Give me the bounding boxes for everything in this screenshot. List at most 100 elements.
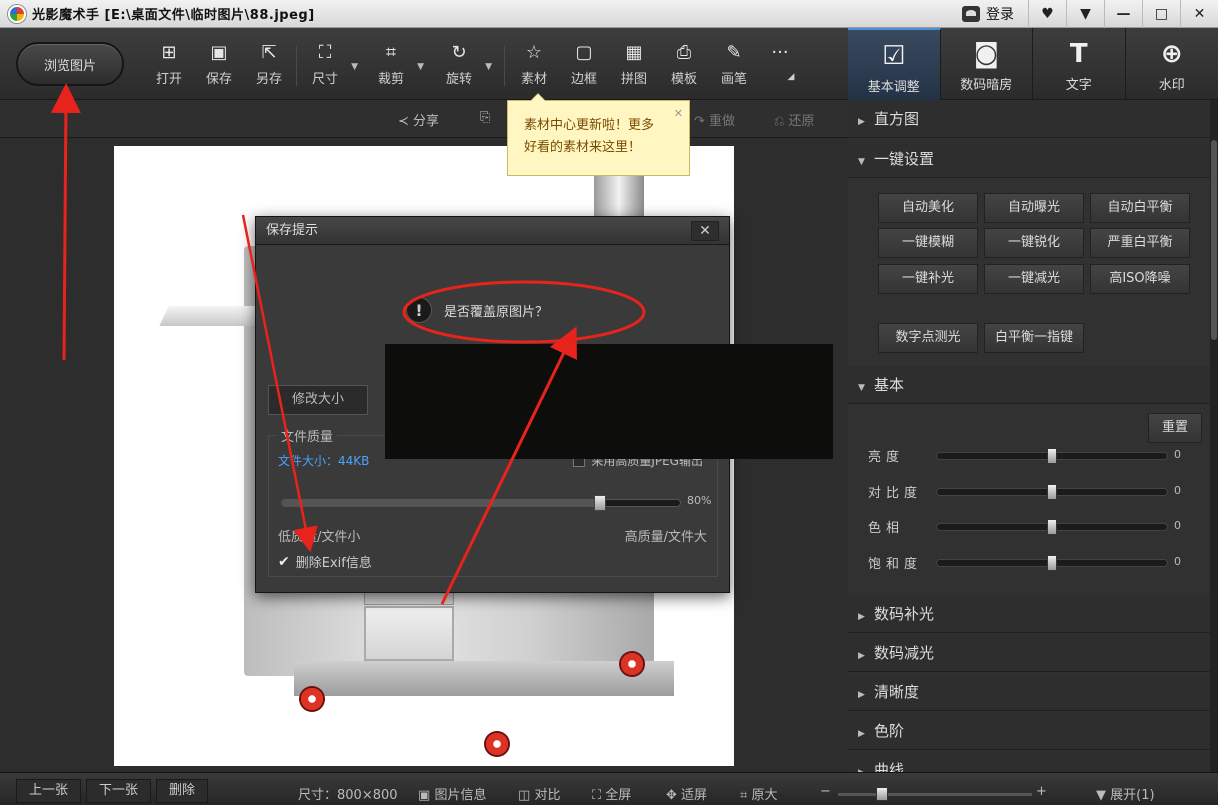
- next-image-button[interactable]: 下一张: [86, 779, 152, 803]
- material-button[interactable]: ☆ 素材: [511, 42, 557, 92]
- compare-icon: ◫: [518, 788, 531, 803]
- resize-button[interactable]: 修改大小: [268, 385, 368, 415]
- spot-metering-button[interactable]: 数字点测光: [878, 323, 978, 353]
- brightness-label: 亮度: [868, 450, 905, 465]
- section-histogram[interactable]: ▶ 直方图: [848, 100, 1210, 138]
- tab-text[interactable]: T 文字: [1033, 28, 1126, 100]
- delete-image-button[interactable]: 删除: [156, 779, 209, 803]
- resize-button[interactable]: ⛶ 尺寸 ▼: [302, 42, 358, 92]
- restore-button[interactable]: ⎌ 还原: [774, 110, 815, 129]
- dialog-title: 保存提示: [256, 217, 729, 245]
- collage-button[interactable]: ▦ 拼图: [611, 42, 657, 92]
- section-basic[interactable]: ▼ 基本: [848, 366, 1210, 404]
- menu-button[interactable]: ▼: [1066, 0, 1104, 28]
- redo-button[interactable]: ↷ 重做: [694, 110, 735, 129]
- zoom-slider[interactable]: [838, 787, 1032, 801]
- login-button[interactable]: 登录: [962, 4, 1014, 24]
- secondary-toolbar: ≺ 分享 ⎘ ↷ 重做 ⎌ 还原: [0, 100, 848, 138]
- maximize-button[interactable]: □: [1142, 0, 1180, 28]
- chevron-down-icon: ▼: [858, 157, 865, 167]
- contrast-label: 对比度: [868, 486, 923, 501]
- contrast-slider-thumb[interactable]: [1047, 484, 1057, 500]
- redo-icon: ↷: [694, 114, 705, 129]
- auto-white-balance-button[interactable]: 自动白平衡: [1090, 193, 1190, 223]
- oneclick-reduce-light-button[interactable]: 一键减光: [984, 264, 1084, 294]
- browse-images-button[interactable]: 浏览图片: [16, 42, 124, 86]
- section-curves[interactable]: ▶曲线: [848, 751, 1210, 772]
- brightness-slider[interactable]: [936, 448, 1168, 464]
- strict-white-balance-button[interactable]: 严重白平衡: [1090, 228, 1190, 258]
- oneclick-sharpen-button[interactable]: 一键锐化: [984, 228, 1084, 258]
- section-sharpness[interactable]: ▶ 清晰度: [848, 673, 1210, 711]
- rotate-button[interactable]: ↻ 旋转 ▼: [436, 42, 492, 92]
- original-size-button[interactable]: ⌗ 原大: [740, 784, 777, 803]
- high-iso-denoise-button[interactable]: 高ISO降噪: [1090, 264, 1190, 294]
- chevron-right-icon: ▶: [858, 754, 866, 772]
- hue-slider[interactable]: [936, 519, 1168, 535]
- white-balance-picker-button[interactable]: 白平衡一指键: [984, 323, 1084, 353]
- skin-button[interactable]: ♥: [1028, 0, 1066, 28]
- rotate-dropdown-icon[interactable]: ▼: [485, 62, 492, 72]
- template-button[interactable]: ⎙ 模板: [661, 42, 707, 92]
- auto-beautify-button[interactable]: 自动美化: [878, 193, 978, 223]
- tab-basic-adjust[interactable]: ☑ 基本调整: [848, 28, 941, 100]
- compare-button[interactable]: ◫ 对比: [518, 784, 560, 803]
- image-info-button[interactable]: ▣ 图片信息: [418, 784, 486, 803]
- section-oneclick[interactable]: ▼ 一键设置: [848, 140, 1210, 178]
- panel-scrollbar[interactable]: [1210, 100, 1218, 772]
- crop-button[interactable]: ⌗ 裁剪 ▼: [368, 42, 424, 92]
- minimize-button[interactable]: —: [1104, 0, 1142, 28]
- template-icon: ⎙: [676, 42, 692, 63]
- saturation-slider[interactable]: [936, 555, 1168, 571]
- hue-slider-thumb[interactable]: [1047, 519, 1057, 535]
- resize-icon: ⛶: [318, 42, 332, 63]
- window-title: 光影魔术手 [E:\桌面文件\临时图片\88.jpeg]: [32, 8, 315, 23]
- darkroom-icon: ◙: [973, 39, 999, 69]
- crop-dropdown-icon[interactable]: ▼: [417, 62, 424, 72]
- section-digital-fill-light[interactable]: ▶ 数码补光: [848, 595, 1210, 633]
- chevron-right-icon: ▶: [858, 690, 865, 700]
- delete-exif-checkbox[interactable]: ✔ 删除Exif信息: [278, 552, 372, 572]
- zoom-slider-thumb[interactable]: [876, 787, 888, 801]
- oneclick-fill-light-button[interactable]: 一键补光: [878, 264, 978, 294]
- brightness-slider-thumb[interactable]: [1047, 448, 1057, 464]
- section-levels[interactable]: ▶ 色阶: [848, 712, 1210, 750]
- close-button[interactable]: ✕: [1180, 0, 1218, 28]
- chevron-right-icon: ▶: [858, 117, 865, 127]
- high-quality-label: 高质量/文件大: [624, 530, 707, 545]
- expand-button[interactable]: ▼ 展开(1): [1096, 784, 1155, 803]
- zoom-out-button[interactable]: −: [820, 784, 831, 799]
- open-button[interactable]: ⊞ 打开: [146, 42, 192, 92]
- oneclick-blur-button[interactable]: 一键模糊: [878, 228, 978, 258]
- quality-slider[interactable]: [281, 495, 681, 511]
- text-icon: T: [1069, 39, 1088, 69]
- brush-button[interactable]: ✎ 画笔: [711, 42, 757, 92]
- save-button[interactable]: ▣ 保存: [196, 42, 242, 92]
- tooltip-close-icon[interactable]: ✕: [674, 103, 683, 125]
- tab-watermark[interactable]: ⊕ 水印: [1126, 28, 1218, 100]
- share-button[interactable]: ≺ 分享: [398, 110, 439, 129]
- prev-image-button[interactable]: 上一张: [16, 779, 82, 803]
- tab-digital-darkroom[interactable]: ◙ 数码暗房: [941, 28, 1033, 100]
- quality-slider-thumb[interactable]: [594, 495, 607, 511]
- section-digital-reduce-light[interactable]: ▶ 数码减光: [848, 634, 1210, 672]
- save-as-button[interactable]: ⇱ 另存: [246, 42, 292, 92]
- reset-button[interactable]: 重置: [1148, 413, 1202, 443]
- export-icon[interactable]: ⎘: [480, 110, 490, 125]
- dialog-close-button[interactable]: ✕: [691, 221, 719, 241]
- fit-screen-button[interactable]: ✥ 适屏: [666, 784, 707, 803]
- auto-exposure-button[interactable]: 自动曝光: [984, 193, 1084, 223]
- redacted-region: [385, 344, 833, 459]
- frame-button[interactable]: ▢ 边框: [561, 42, 607, 92]
- more-button[interactable]: ··· ◢: [757, 42, 803, 92]
- app-logo-icon: [8, 4, 26, 23]
- info-icon: ▣: [418, 788, 431, 803]
- zoom-in-button[interactable]: +: [1036, 784, 1047, 799]
- file-size-label: 文件大小：44KB: [278, 454, 370, 468]
- resize-dropdown-icon[interactable]: ▼: [351, 62, 358, 72]
- panel-scrollbar-thumb[interactable]: [1211, 140, 1217, 340]
- contrast-slider[interactable]: [936, 484, 1168, 500]
- fullscreen-button[interactable]: ⛶ 全屏: [592, 784, 631, 803]
- image-size-label: 尺寸：800×800: [298, 788, 398, 803]
- saturation-slider-thumb[interactable]: [1047, 555, 1057, 571]
